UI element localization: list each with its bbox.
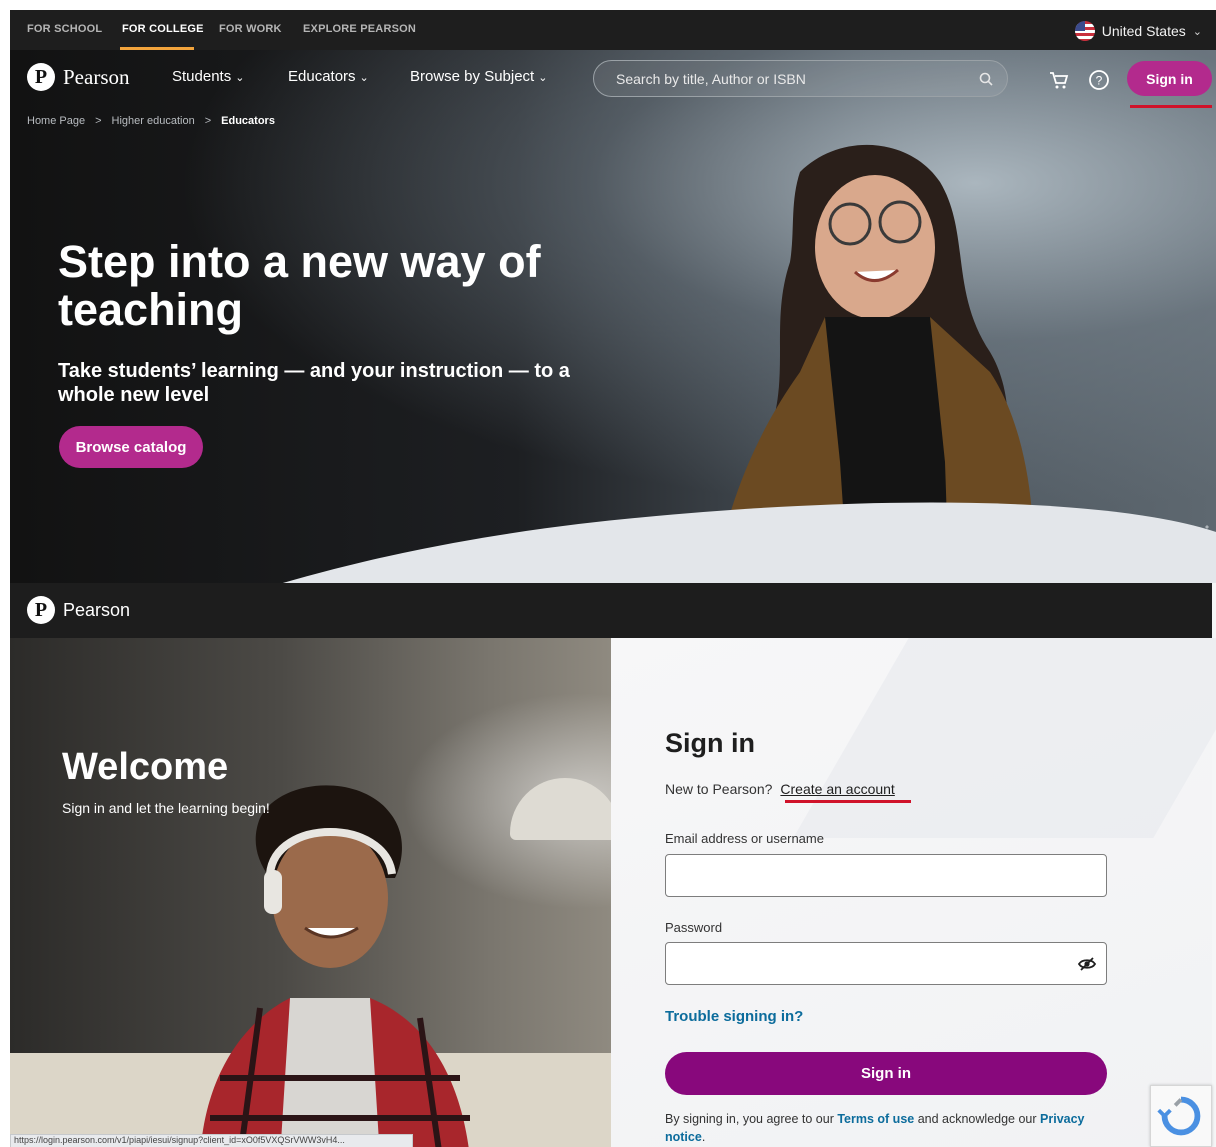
nav-students[interactable]: Students ⌄ <box>172 68 244 85</box>
trouble-signing-in-link[interactable]: Trouble signing in? <box>665 1008 803 1025</box>
us-flag-icon <box>1074 21 1095 41</box>
main-nav: P Pearson Students ⌄ Educators ⌄ Browse by… <box>10 50 1216 108</box>
breadcrumb-higher-education[interactable]: Higher education <box>112 115 195 127</box>
pearson-logo-text: Pearson <box>63 64 130 89</box>
recaptcha-badge[interactable] <box>1150 1085 1212 1147</box>
pearson-logo-text: Pearson <box>63 599 131 620</box>
annotation-underline <box>785 800 911 803</box>
pearson-logo[interactable]: P Pearson <box>27 63 130 91</box>
email-label: Email address or username <box>665 831 824 846</box>
pearson-educators-page: FOR SCHOOL FOR COLLEGE FOR WORK EXPLORE … <box>10 10 1216 583</box>
welcome-photo-man <box>200 785 470 1147</box>
cart-icon[interactable] <box>1048 69 1070 91</box>
new-to-pearson-text: New to Pearson? <box>665 781 773 797</box>
breadcrumb-current: Educators <box>221 115 275 127</box>
pearson-login-page: P Pearson Welcome Sign in and let the le… <box>10 583 1216 1147</box>
welcome-subtitle: Sign in and let the learning begin! <box>62 800 270 816</box>
chevron-down-icon: ⌄ <box>538 72 548 84</box>
nav-educators[interactable]: Educators ⌄ <box>288 68 369 85</box>
nav-browse-label: Browse by Subject <box>410 68 535 85</box>
sign-in-heading: Sign in <box>665 728 755 758</box>
util-link-explore[interactable]: EXPLORE PEARSON <box>303 23 416 35</box>
hero-title: Step into a new way of teaching <box>58 236 541 335</box>
sign-in-panel: Sign in New to Pearson? Create an account… <box>611 638 1212 1147</box>
chevron-down-icon: ⌄ <box>1192 25 1202 38</box>
sign-in-button[interactable]: Sign in <box>1127 61 1212 96</box>
legal-notice: By signing in, you agree to our Terms of… <box>665 1110 1115 1146</box>
annotation-underline <box>1130 105 1212 108</box>
util-link-college[interactable]: FOR COLLEGE <box>122 23 204 35</box>
create-account-link[interactable]: Create an account <box>780 781 894 797</box>
search-icon[interactable] <box>979 72 993 86</box>
region-label: United States <box>1101 23 1186 39</box>
pearson-logo-icon: P <box>27 596 55 624</box>
search-input[interactable]: Search by title, Author or ISBN <box>593 60 1008 97</box>
hero-subtitle: Take students’ learning — and your instr… <box>58 360 570 406</box>
page: FOR SCHOOL FOR COLLEGE FOR WORK EXPLORE … <box>0 0 1216 1147</box>
help-icon[interactable]: ? <box>1088 69 1110 91</box>
breadcrumb: Home Page > Higher education > Educators <box>27 115 275 127</box>
pearson-logo[interactable]: P Pearson <box>27 596 130 624</box>
terms-of-use-link[interactable]: Terms of use <box>837 1112 914 1126</box>
nav-educators-label: Educators <box>288 68 356 85</box>
util-link-school[interactable]: FOR SCHOOL <box>27 23 102 35</box>
recaptcha-icon <box>1157 1096 1201 1136</box>
svg-text:?: ? <box>1096 74 1103 88</box>
welcome-title: Welcome <box>62 746 229 788</box>
sign-in-submit-button[interactable]: Sign in <box>665 1052 1107 1095</box>
hide-password-icon[interactable] <box>1078 955 1096 973</box>
legal-suffix: . <box>701 1130 706 1144</box>
breadcrumb-separator: > <box>95 115 102 127</box>
breadcrumb-home[interactable]: Home Page <box>27 115 85 127</box>
password-field[interactable] <box>665 942 1107 985</box>
password-label: Password <box>665 920 723 935</box>
welcome-panel: Welcome Sign in and let the learning beg… <box>10 638 611 1147</box>
legal-prefix: By signing in, you agree to our <box>665 1112 834 1126</box>
status-bar-url: https://login.pearson.com/v1/piapi/iesui… <box>10 1134 413 1147</box>
chevron-down-icon: ⌄ <box>235 72 245 84</box>
legal-middle: and acknowledge our <box>917 1112 1037 1126</box>
nav-students-label: Students <box>172 68 232 85</box>
pearson-logo-icon: P <box>27 63 55 91</box>
util-link-work[interactable]: FOR WORK <box>219 23 282 35</box>
search-placeholder: Search by title, Author or ISBN <box>616 71 806 87</box>
new-account-prompt: New to Pearson? Create an account <box>665 781 895 797</box>
login-header: P Pearson <box>10 583 1212 638</box>
browse-catalog-button[interactable]: Browse catalog <box>59 426 203 468</box>
utility-bar: FOR SCHOOL FOR COLLEGE FOR WORK EXPLORE … <box>10 10 1216 50</box>
breadcrumb-separator: > <box>204 115 212 127</box>
nav-browse-by-subject[interactable]: Browse by Subject ⌄ <box>410 68 547 85</box>
email-field[interactable] <box>665 854 1107 897</box>
region-selector[interactable]: United States ⌄ <box>1074 21 1202 41</box>
chevron-down-icon: ⌄ <box>359 72 369 84</box>
